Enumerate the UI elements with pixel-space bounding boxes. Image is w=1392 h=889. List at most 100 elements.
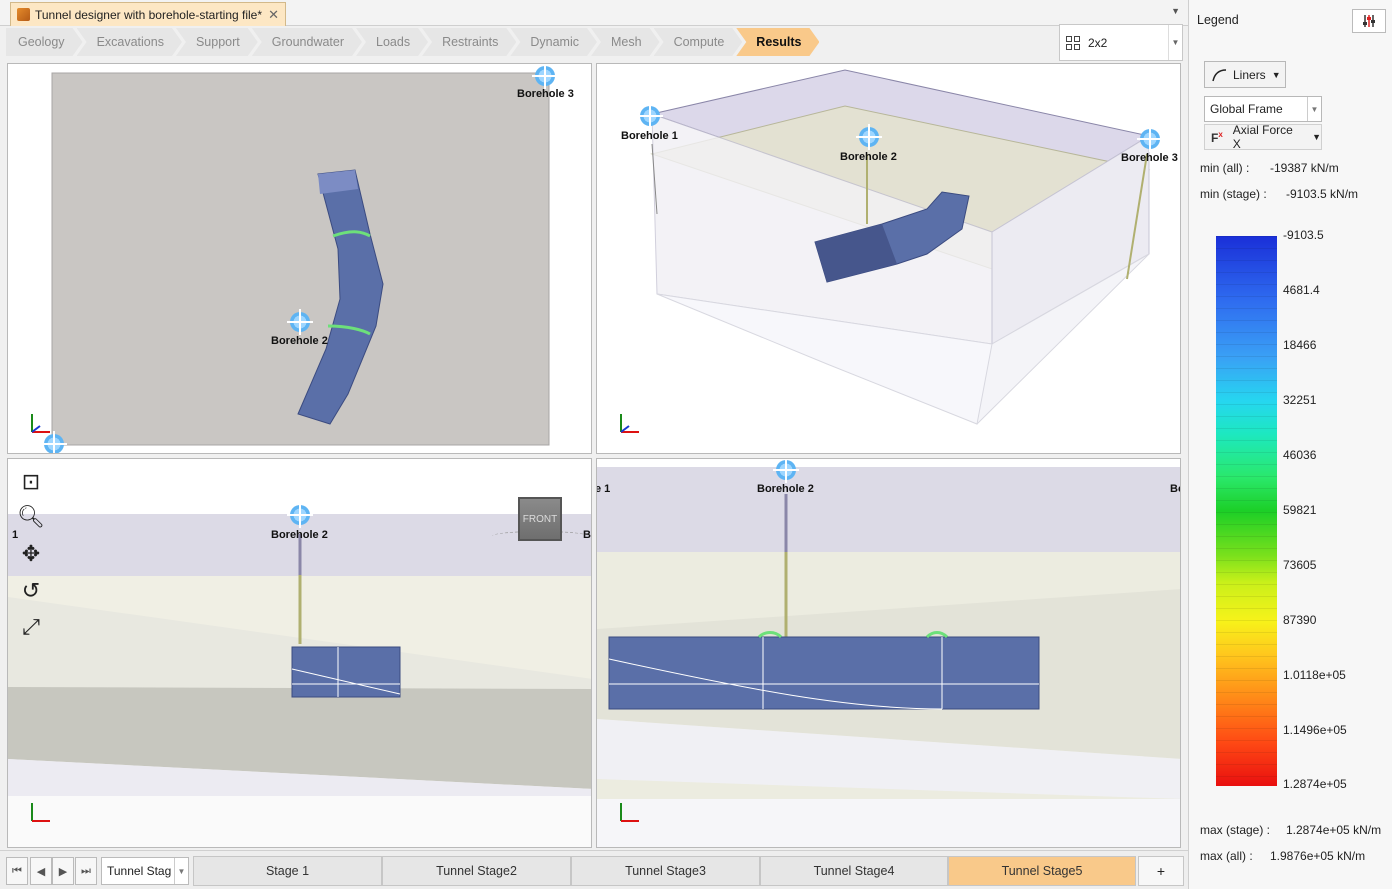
document-title: Tunnel designer with borehole-starting f… — [35, 7, 263, 22]
color-scale-tick: 59821 — [1283, 503, 1317, 517]
viewport-top-right[interactable]: Borehole 1 Borehole 2 Borehole 3 — [596, 63, 1181, 454]
legend-settings-button[interactable] — [1352, 9, 1386, 33]
rotate-icon[interactable]: ↺ — [18, 578, 44, 604]
borehole-label: Borehole 2 — [271, 529, 328, 541]
force-label: Axial Force X — [1232, 123, 1293, 151]
workflow-step-compute[interactable]: Compute — [654, 28, 743, 56]
color-scale-tick: 4681.4 — [1283, 283, 1320, 297]
frame-select[interactable]: Global Frame ▼ — [1204, 96, 1322, 122]
max-all-row: max (all) : 1.9876e+05 kN/m — [1200, 849, 1365, 863]
borehole-label: Borehole 3 — [517, 88, 574, 100]
viewport-top-left[interactable]: Borehole 3 Borehole 2 — [7, 63, 592, 454]
chevron-down-icon[interactable]: ▼ — [1168, 25, 1182, 60]
close-icon[interactable]: ✕ — [268, 7, 279, 23]
color-scale-tick: 1.0118e+05 — [1283, 668, 1346, 682]
last-stage-icon[interactable]: ⏭ — [75, 857, 97, 885]
borehole-marker-icon[interactable] — [637, 103, 663, 129]
stage-select[interactable]: Tunnel Stag ▼ — [101, 857, 189, 885]
workflow-step-dynamic[interactable]: Dynamic — [510, 28, 597, 56]
stage-tab[interactable]: Tunnel Stage2 — [382, 856, 571, 886]
chevron-down-icon: ▼ — [1271, 69, 1281, 80]
borehole-label: e 1 — [596, 483, 611, 495]
liners-label: Liners — [1233, 67, 1266, 82]
max-all-label: max (all) : — [1200, 849, 1253, 863]
max-all-value: 1.9876e+05 kN/m — [1270, 849, 1366, 863]
side-view-canvas — [597, 459, 1180, 847]
stage-tab[interactable]: Tunnel Stage3 — [571, 856, 760, 886]
borehole-marker-icon[interactable] — [773, 459, 799, 483]
color-scale-tick: 73605 — [1283, 558, 1317, 572]
axis-triad-icon — [620, 803, 639, 822]
workflow-step-geology[interactable]: Geology — [6, 28, 83, 56]
zoom-window-icon[interactable]: ⊡ — [18, 469, 44, 495]
workflow-breadcrumb: Geology Excavations Support Groundwater … — [6, 28, 813, 58]
borehole-label: Borehole 2 — [271, 335, 328, 347]
axis-triad-icon — [31, 803, 50, 822]
axis-triad-icon — [31, 414, 50, 433]
borehole-label: Borehole 3 — [1121, 152, 1178, 164]
min-stage-label: min (stage) : — [1200, 187, 1267, 201]
borehole-marker-icon[interactable] — [287, 309, 313, 335]
borehole-label: Borehole 2 — [757, 483, 814, 495]
liner-curve-icon — [1212, 68, 1227, 81]
color-scale-tick: 46036 — [1283, 448, 1317, 462]
borehole-marker-icon[interactable] — [1137, 126, 1163, 152]
color-scale-tick: 1.1496e+05 — [1283, 723, 1347, 737]
frame-select-value: Global Frame — [1210, 102, 1283, 116]
borehole-label: Bo — [1170, 483, 1180, 495]
min-all-label: min (all) : — [1200, 161, 1250, 175]
borehole-label: 1 — [12, 529, 19, 541]
stage-bar: ⏮ ◀ ▶ ⏭ Tunnel Stag ▼ Stage 1 Tunnel Sta… — [0, 850, 1188, 889]
chevron-down-icon[interactable]: ▼ — [1307, 97, 1321, 121]
force-component-dropdown[interactable]: Fx Axial Force X ▼ — [1204, 123, 1322, 151]
previous-stage-icon[interactable]: ◀ — [30, 857, 52, 885]
workflow-step-results[interactable]: Results — [736, 28, 819, 56]
min-all-row: min (all) : -19387 kN/m — [1200, 161, 1339, 175]
borehole-label: Borehole 2 — [840, 151, 897, 163]
color-scale-tick: 87390 — [1283, 613, 1317, 627]
workflow-step-mesh[interactable]: Mesh — [591, 28, 660, 56]
color-scale-tick: -9103.5 — [1283, 228, 1324, 242]
sliders-icon — [1363, 15, 1375, 27]
workflow-step-restraints[interactable]: Restraints — [422, 28, 516, 56]
borehole-label: Borehole 1 — [621, 130, 678, 142]
workflow-step-excavations[interactable]: Excavations — [77, 28, 182, 56]
tab-list-chevron-icon[interactable]: ▼ — [1171, 6, 1180, 16]
workflow-step-groundwater[interactable]: Groundwater — [252, 28, 362, 56]
viewport-bottom-right[interactable]: e 1 Borehole 2 Bo — [596, 458, 1181, 848]
borehole-marker-icon[interactable] — [856, 124, 882, 150]
view-cube[interactable]: FRONT — [518, 497, 562, 541]
max-stage-value: 1.2874e+05 kN/m — [1286, 823, 1382, 837]
document-tabbar: Tunnel designer with borehole-starting f… — [0, 0, 1188, 26]
color-scale-tick: 1.2874e+05 — [1283, 777, 1347, 791]
color-scale-bands — [1216, 236, 1277, 786]
borehole-marker-icon[interactable] — [287, 502, 313, 528]
fit-extents-icon[interactable]: ⤢ — [18, 614, 44, 640]
borehole-marker-icon[interactable] — [532, 64, 558, 89]
legend-panel: Legend Liners ▼ Global Frame ▼ Fx Axial … — [1188, 0, 1392, 889]
axis-triad-icon — [620, 414, 639, 433]
workflow-step-loads[interactable]: Loads — [356, 28, 428, 56]
max-stage-label: max (stage) : — [1200, 823, 1271, 837]
layout-select-value: 2x2 — [1088, 35, 1108, 50]
first-stage-icon[interactable]: ⏮ — [6, 857, 28, 885]
next-stage-icon[interactable]: ▶ — [52, 857, 74, 885]
workflow-step-support[interactable]: Support — [176, 28, 258, 56]
plan-view-canvas — [51, 72, 550, 446]
stage-tab[interactable]: Stage 1 — [193, 856, 382, 886]
chevron-down-icon[interactable]: ▼ — [174, 858, 188, 884]
min-all-value: -19387 kN/m — [1270, 161, 1339, 175]
pan-icon[interactable]: ✥ — [18, 541, 44, 567]
viewport-bottom-left[interactable]: ⊡ 🔍︎ ✥ ↺ ⤢ 1 Borehole 2 B FRONT — [7, 458, 592, 848]
stage-tab[interactable]: Tunnel Stage4 — [760, 856, 948, 886]
min-stage-row: min (stage) : -9103.5 kN/m — [1200, 187, 1358, 201]
layout-select[interactable]: 2x2 ▼ — [1059, 24, 1183, 61]
stage-tab-active[interactable]: Tunnel Stage5 — [948, 856, 1136, 886]
add-stage-button[interactable]: + — [1138, 856, 1184, 886]
document-tab[interactable]: Tunnel designer with borehole-starting f… — [10, 2, 286, 26]
stage-select-value: Tunnel Stag — [107, 864, 172, 878]
app-icon — [17, 8, 30, 21]
liners-dropdown[interactable]: Liners ▼ — [1204, 61, 1286, 88]
color-scale-tick: 18466 — [1283, 338, 1317, 352]
zoom-icon[interactable]: 🔍︎ — [17, 504, 45, 530]
